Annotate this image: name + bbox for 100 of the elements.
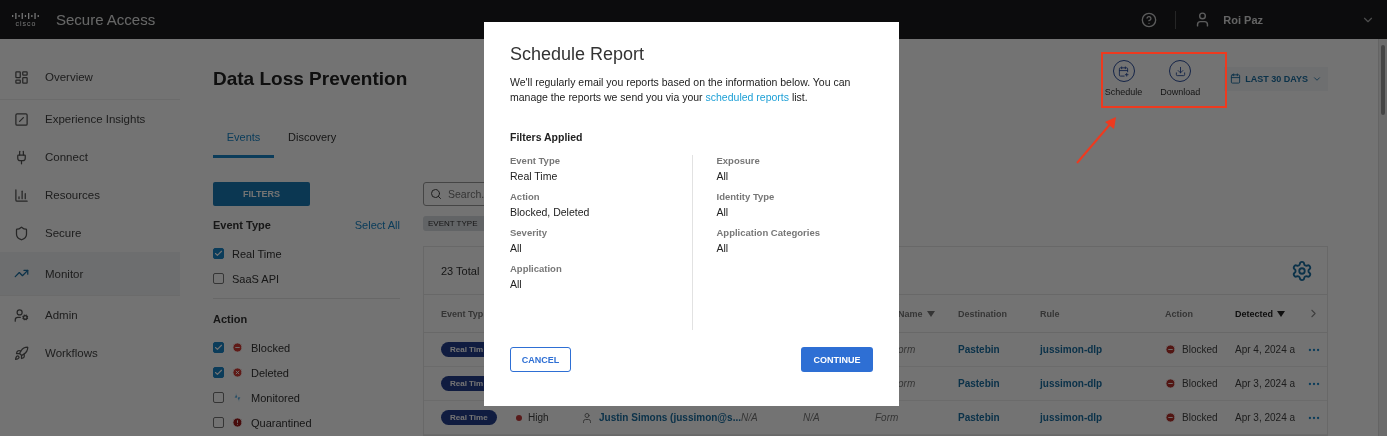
select-all-link[interactable]: Select All <box>354 219 400 231</box>
date-range-button[interactable]: LAST 30 DAYS <box>1224 66 1328 91</box>
help-icon[interactable] <box>1141 11 1158 28</box>
filter-value: All <box>716 242 730 254</box>
filter-value: All <box>716 206 730 218</box>
slashed-square-icon <box>14 111 29 127</box>
product-name: Secure Access <box>56 11 156 28</box>
sidebar-item[interactable]: Monitor <box>0 252 180 296</box>
table-link[interactable]: Pastebin <box>958 344 1040 355</box>
sidebar-item[interactable]: Admin <box>0 296 180 334</box>
table-cell-text: Apr 3, 2024 a <box>1235 378 1297 389</box>
action-text: Blocked <box>1182 344 1218 355</box>
column-header[interactable]: Rule <box>1040 308 1165 319</box>
pulse-icon <box>232 392 243 403</box>
filter-group-title: Event Type <box>213 219 271 231</box>
filter-value: Blocked, Deleted <box>510 206 591 218</box>
user-icon <box>581 411 593 424</box>
table-cell-text: N/A <box>803 412 821 423</box>
table-link[interactable]: Pastebin <box>958 412 1040 423</box>
scrollbar-thumb[interactable] <box>1381 45 1385 115</box>
table-cell-text: Form <box>874 412 900 423</box>
scheduled-reports-link[interactable]: scheduled reports <box>705 91 789 103</box>
dashboard-icon <box>14 69 29 85</box>
table-cell-text: N/A <box>741 412 759 423</box>
sidebar-item[interactable]: Overview <box>0 55 180 100</box>
checkbox-label: Blocked <box>251 341 291 354</box>
blocked-icon <box>1165 412 1176 423</box>
action-text: Blocked <box>1182 412 1218 423</box>
blocked-icon <box>1165 344 1176 355</box>
table-link[interactable]: jussimon-dlp <box>1040 412 1165 423</box>
download-icon <box>1174 65 1186 77</box>
sidebar-item[interactable]: Experience Insights <box>0 100 180 138</box>
filter-label: Application Categories <box>716 227 821 238</box>
sidebar-item[interactable]: Resources <box>0 176 180 214</box>
severity-text: High <box>528 412 549 423</box>
rocket-icon <box>14 345 29 361</box>
sidebar-item[interactable]: Secure <box>0 214 180 252</box>
filters-button[interactable]: FILTERS <box>213 182 310 206</box>
table-link[interactable]: jussimon-dlp <box>1040 378 1165 389</box>
user-name[interactable]: Roi Paz <box>1223 13 1263 26</box>
logo-bars-icon <box>12 12 40 20</box>
shield-icon <box>14 225 29 241</box>
calendar-icon <box>1230 73 1242 84</box>
blocked-icon <box>1165 378 1176 389</box>
dialog-description: We'll regularly email you reports based on the information below. You can manage the reports we send you via your scheduled reports list. <box>510 75 852 105</box>
table-cell-text: Apr 3, 2024 a <box>1235 412 1297 423</box>
checkbox-label: Real Time <box>232 247 282 260</box>
x-circle-icon <box>232 367 243 378</box>
filter-label: Event Type <box>510 155 561 166</box>
calendar-icon <box>1118 65 1129 77</box>
settings-icon[interactable] <box>1291 259 1313 282</box>
checkbox-label: Quarantined <box>251 416 312 429</box>
severity-dot <box>516 414 522 421</box>
sidebar-item[interactable]: Workflows <box>0 334 180 372</box>
column-header[interactable]: Destination <box>958 308 1040 319</box>
filter-label: Identity Type <box>716 191 776 202</box>
checkbox-label: Deleted <box>251 366 289 379</box>
plug-icon <box>14 149 29 165</box>
tab[interactable]: Events <box>213 131 274 158</box>
filter-value: Real Time <box>510 170 559 182</box>
checkbox[interactable] <box>213 417 224 428</box>
checkbox[interactable] <box>213 273 224 284</box>
sort-caret-icon <box>1277 310 1285 317</box>
checkbox[interactable] <box>213 248 224 259</box>
filter-label: Exposure <box>716 155 761 166</box>
filter-value: All <box>510 278 523 290</box>
total-count: 23 Total <box>441 264 480 277</box>
action-text: Blocked <box>1182 378 1218 389</box>
column-header[interactable]: Action <box>1165 308 1235 319</box>
event-type-badge: Real Time <box>441 410 497 425</box>
table-link[interactable]: jussimon-dlp <box>1040 344 1165 355</box>
filter-label: Action <box>510 191 541 202</box>
column-header[interactable]: Detected <box>1235 308 1307 319</box>
schedule-button[interactable]: Schedule <box>1104 60 1143 97</box>
alert-circle-icon <box>232 417 243 428</box>
dialog-title: Schedule Report <box>510 44 646 65</box>
bar-chart-icon <box>14 187 29 203</box>
filter-value: All <box>510 242 523 254</box>
filter-value: All <box>716 170 730 182</box>
checkbox-label: SaaS API <box>232 272 280 285</box>
column-header[interactable]: Name <box>871 308 958 319</box>
cancel-button[interactable]: CANCEL <box>510 347 571 372</box>
download-button[interactable]: Download <box>1160 60 1201 97</box>
checkbox-label: Monitored <box>251 391 300 404</box>
user-gear-icon <box>14 307 29 323</box>
checkbox[interactable] <box>213 367 224 378</box>
tab[interactable]: Discovery <box>288 131 337 158</box>
checkbox[interactable] <box>213 392 224 403</box>
filter-label: Application <box>510 263 563 274</box>
filter-group-title: Action <box>213 313 248 325</box>
continue-button[interactable]: CONTINUE <box>801 347 873 372</box>
table-link[interactable]: Pastebin <box>958 378 1040 389</box>
minus-circle-icon <box>232 342 243 353</box>
table-cell-text: Apr 4, 2024 a <box>1235 344 1297 355</box>
sidebar-item[interactable]: Connect <box>0 138 180 176</box>
checkbox[interactable] <box>213 342 224 353</box>
filter-label: Severity <box>510 227 548 238</box>
user-link[interactable]: Justin Simons (jussimon@s... <box>599 412 741 423</box>
search-icon <box>430 188 442 200</box>
page-title: Data Loss Prevention <box>213 67 408 90</box>
